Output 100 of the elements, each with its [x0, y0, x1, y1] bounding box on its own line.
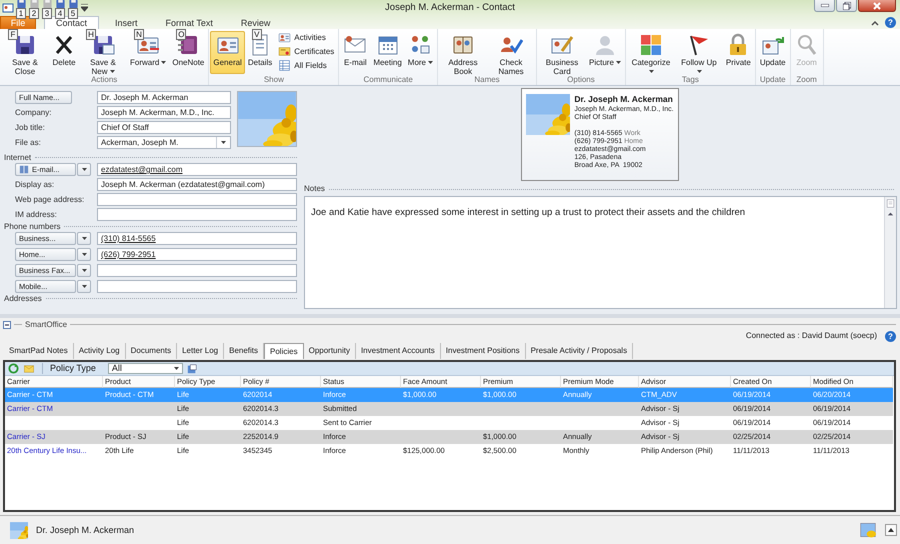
tab[interactable]: Letter Log	[177, 343, 224, 359]
customize-caret-icon[interactable]	[81, 4, 88, 12]
panel-title: SmartOffice	[25, 320, 68, 330]
tab[interactable]: Policies	[264, 343, 304, 359]
dropdown-button[interactable]	[77, 264, 91, 277]
scroll-up-button[interactable]	[885, 524, 897, 536]
tab[interactable]: Activity Log	[74, 343, 126, 359]
text-field[interactable]: Chief Of Staff	[97, 121, 231, 134]
ribbon-button[interactable]: General	[210, 31, 245, 74]
section-header: Phone numbers	[4, 222, 60, 232]
caret-icon	[221, 141, 226, 144]
ribbon-button[interactable]: Picture	[586, 31, 624, 74]
ribbon-button[interactable]: Update	[756, 31, 789, 74]
dropdown-field[interactable]: All	[108, 363, 183, 374]
app-icon	[2, 2, 14, 14]
caret-icon	[82, 253, 86, 256]
text-field[interactable]	[97, 208, 297, 221]
group-label: Show	[262, 75, 285, 85]
ribbon-button[interactable]: Delete	[49, 31, 79, 74]
group-label: Actions	[90, 75, 118, 85]
tab[interactable]: Opportunity	[304, 343, 356, 359]
section-header: Internet	[4, 152, 32, 162]
field-label: IM address:	[15, 209, 58, 221]
minimize-icon	[820, 4, 828, 7]
section-header: Addresses	[4, 294, 42, 304]
ribbon-button[interactable]: O OneNote	[169, 31, 208, 74]
text-field[interactable]	[97, 193, 297, 206]
field-label: Job title:	[15, 122, 46, 134]
keytip-tooltip: 3	[42, 8, 52, 19]
restore-button[interactable]	[836, 0, 857, 12]
field-label: File as:	[15, 137, 42, 149]
caret-icon	[82, 285, 86, 288]
text-field[interactable]: (310) 814-5565	[97, 232, 297, 245]
collapse-icon[interactable]	[3, 320, 11, 328]
tab[interactable]: Investment Positions	[440, 343, 526, 359]
tab[interactable]: Presale Activity / Proposals	[526, 343, 634, 359]
notes-label: Notes	[304, 184, 325, 194]
keytip-tooltip: 4	[55, 8, 65, 19]
dropdown-button[interactable]	[77, 280, 91, 293]
text-field[interactable]	[97, 280, 297, 293]
certificate-icon	[278, 45, 292, 58]
text-field[interactable]	[97, 264, 297, 277]
ribbon-button[interactable]: E-mail	[340, 31, 370, 74]
group-label: Tags	[680, 75, 700, 85]
ribbon-tab[interactable]: Insert	[103, 16, 150, 29]
ribbon-button[interactable]: Check Names	[487, 31, 536, 74]
tab[interactable]: Investment Accounts	[356, 343, 441, 359]
help-button[interactable]: ?	[885, 17, 896, 28]
ribbon-button[interactable]: More	[404, 31, 436, 74]
restore-icon	[842, 2, 850, 10]
ribbon-button[interactable]: Categorize	[626, 31, 675, 74]
ribbon-button[interactable]: Address Book	[439, 31, 488, 74]
text-field[interactable]: Dr. Joseph M. Ackerman	[97, 91, 231, 104]
tab[interactable]: SmartPad Notes	[4, 343, 74, 359]
ribbon-button[interactable]: F Save & Close	[1, 31, 49, 74]
tab[interactable]: Documents	[126, 343, 178, 359]
text-field[interactable]: ezdatatest@gmail.com	[97, 163, 297, 176]
group-label: Update	[758, 75, 787, 85]
collapse-ribbon-icon[interactable]	[871, 20, 879, 26]
ribbon-button[interactable]: Follow Up	[674, 31, 723, 74]
keytip-tooltip: 5	[68, 8, 78, 19]
dropdown-button[interactable]	[77, 163, 91, 176]
keytip-tooltip: N	[134, 29, 144, 40]
minimize-button[interactable]	[814, 0, 835, 12]
ribbon-button[interactable]: Meeting	[370, 31, 405, 74]
ribbon-button[interactable]: V Details	[244, 31, 276, 74]
group-label: Zoom	[795, 75, 818, 85]
dropdown-button[interactable]	[77, 232, 91, 245]
ribbon-button[interactable]: Private	[722, 31, 754, 74]
keytip-tooltip: F	[8, 29, 18, 40]
ribbon-button[interactable]: Activities	[275, 31, 338, 44]
text-field[interactable]: Joseph M. Ackerman (ezdatatest@gmail.com)	[97, 178, 297, 191]
address-book-icon	[19, 165, 29, 174]
ribbon-button[interactable]: Certificates	[275, 45, 338, 58]
caret-icon	[82, 168, 86, 171]
field-label: Company:	[15, 107, 52, 119]
field-label: Display as:	[15, 179, 56, 191]
connection-status: Connected as : David Daumt (soecp)	[746, 331, 877, 341]
color-squares-icon	[638, 33, 663, 57]
export-icon[interactable]	[186, 364, 197, 374]
field-label: Web page address:	[15, 194, 86, 206]
ribbon-button[interactable]: Business Card	[538, 31, 586, 74]
text-field[interactable]: Joseph M. Ackerman, M.D., Inc.	[97, 106, 231, 119]
dropdown-button[interactable]	[77, 248, 91, 261]
ribbon-button[interactable]: All Fields	[275, 59, 338, 72]
ribbon-button[interactable]: N Forward	[127, 31, 170, 74]
text-field[interactable]: (626) 799-2951	[97, 248, 297, 261]
group-label: Names	[473, 75, 501, 85]
close-button[interactable]	[858, 0, 896, 12]
close-icon	[873, 2, 881, 10]
caret-icon	[82, 237, 86, 240]
dropdown-field[interactable]: Ackerman, Joseph M.	[97, 136, 231, 149]
picture-icon	[859, 522, 877, 538]
refresh-icon[interactable]	[8, 363, 19, 374]
ribbon-tab[interactable]: Review	[228, 16, 282, 29]
ribbon-button[interactable]: H Save & New	[79, 31, 127, 74]
group-label: Communicate	[362, 75, 414, 85]
ribbon-tab[interactable]: Format Text	[154, 16, 225, 29]
help-button[interactable]: ?	[885, 330, 896, 342]
contact-card-icon	[278, 31, 292, 44]
